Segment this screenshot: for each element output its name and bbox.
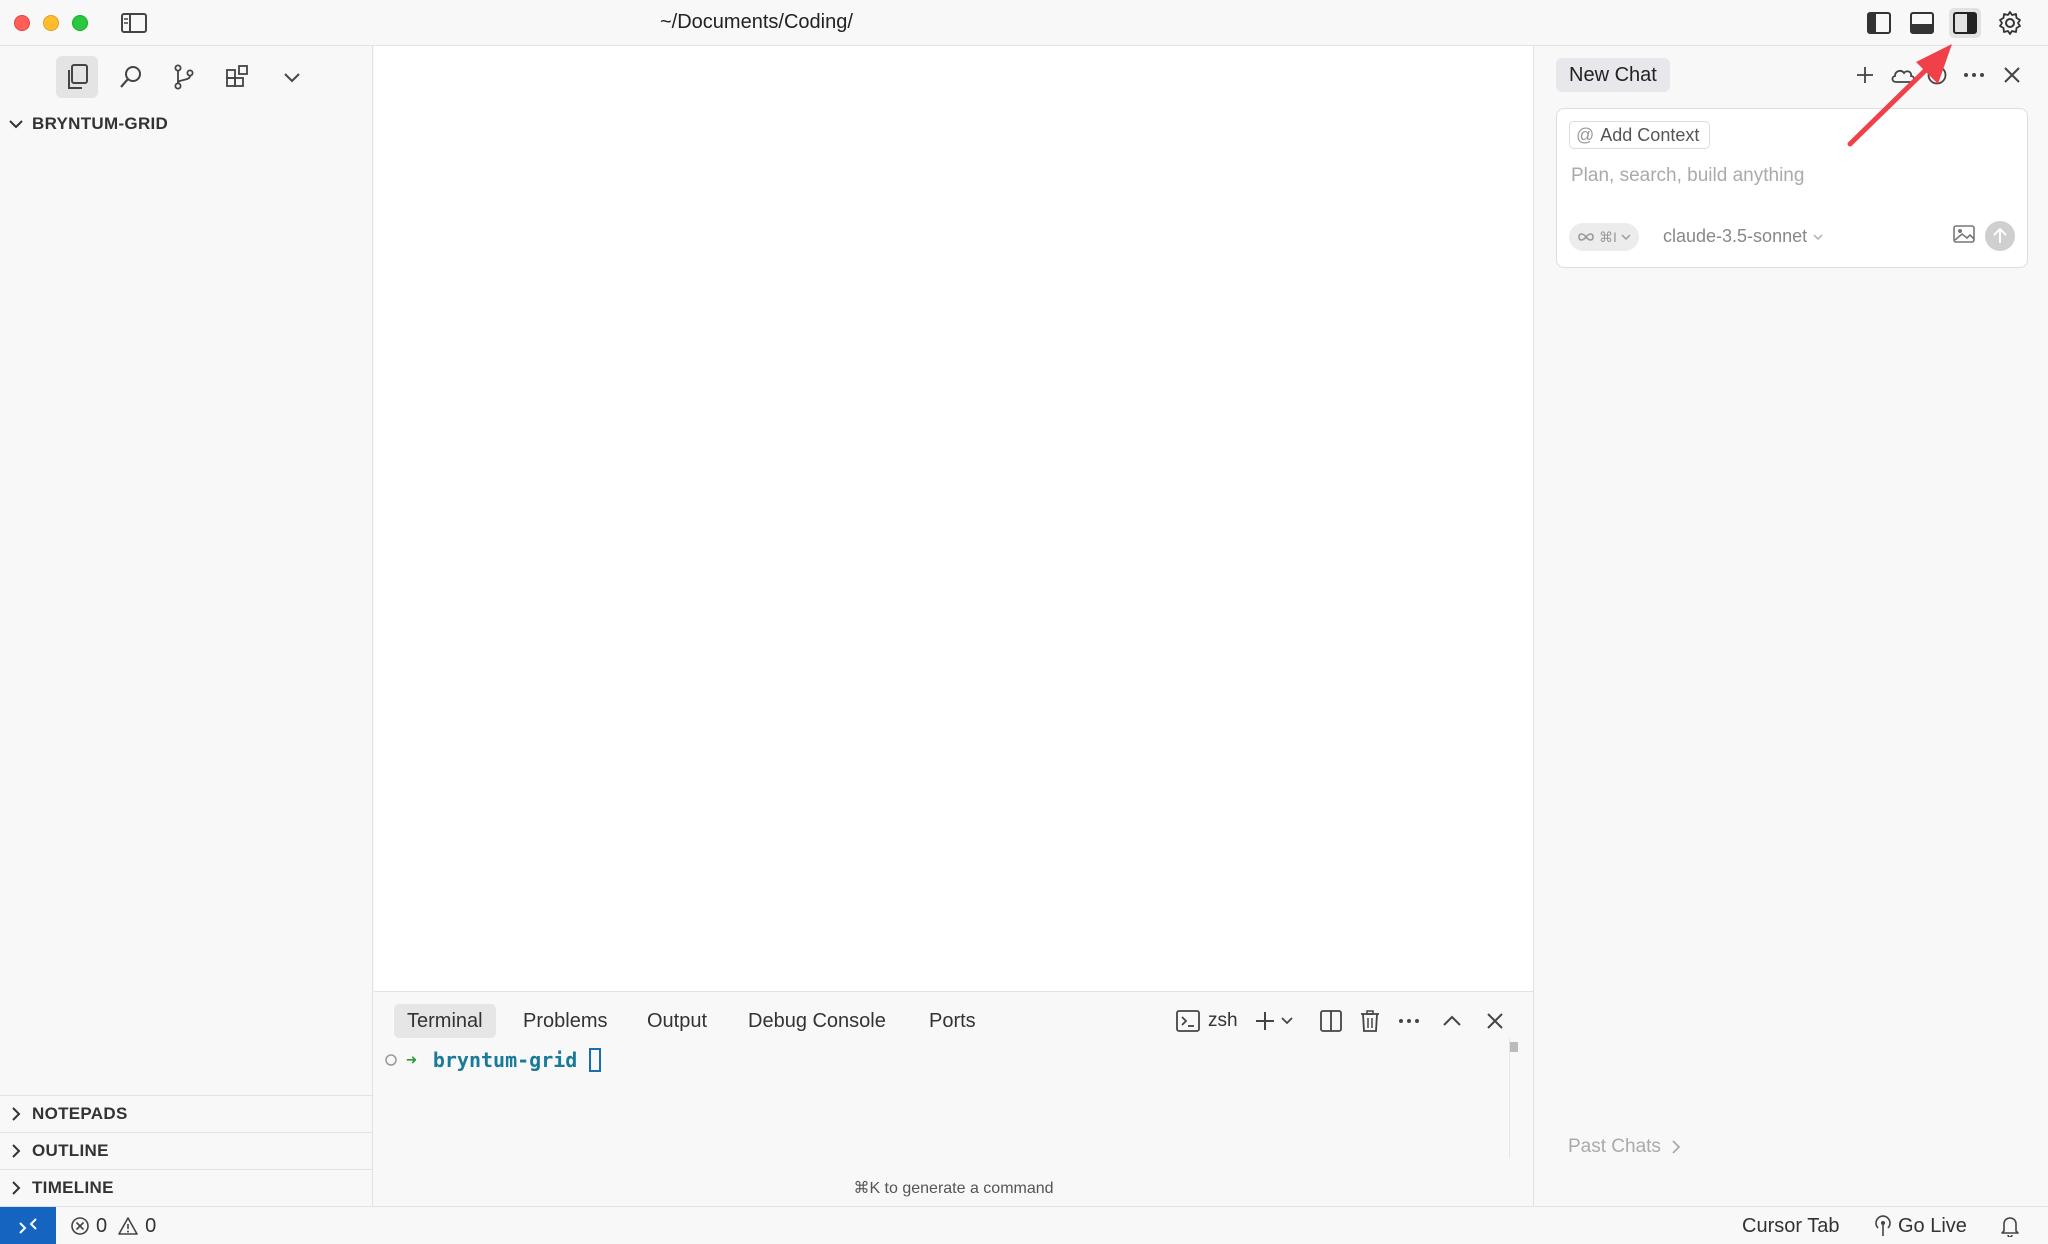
add-context-button[interactable]: @ Add Context <box>1569 121 1711 149</box>
new-terminal-button[interactable] <box>1254 1004 1294 1038</box>
add-context-label: Add Context <box>1600 124 1700 145</box>
zoom-window-button[interactable] <box>72 15 88 31</box>
error-circle-icon <box>71 1217 89 1235</box>
at-sign-icon: @ <box>1576 124 1595 145</box>
broadcast-icon <box>1875 1215 1891 1236</box>
go-live-label: Go Live <box>1898 1214 1967 1237</box>
chevron-right-icon <box>1672 1140 1681 1154</box>
tab-terminal[interactable]: Terminal <box>394 1004 496 1038</box>
warning-triangle-icon <box>118 1217 138 1235</box>
settings-gear-icon[interactable] <box>1994 8 2026 38</box>
timeline-section[interactable]: TIMELINE <box>0 1169 373 1205</box>
model-label: claude-3.5-sonnet <box>1663 226 1808 246</box>
chat-more-actions-icon[interactable] <box>1959 60 1989 90</box>
chevron-down-icon <box>1281 1017 1293 1025</box>
model-selector[interactable]: claude-3.5-sonnet <box>1663 226 1823 247</box>
cursor-editor-window: ~/Documents/Coding/ BRYNTUM-GRID NOTEPAD… <box>0 0 2048 1244</box>
chevron-down-icon <box>1621 234 1631 240</box>
close-window-button[interactable] <box>14 15 30 31</box>
chevron-right-icon <box>0 1143 32 1159</box>
close-panel-icon[interactable] <box>1480 1004 1510 1038</box>
terminal-cursor <box>589 1048 602 1072</box>
send-arrow-up-icon[interactable] <box>1985 221 2015 251</box>
outline-section[interactable]: OUTLINE <box>0 1132 373 1168</box>
extensions-icon[interactable] <box>217 56 259 98</box>
more-actions-icon[interactable] <box>1394 1004 1424 1038</box>
terminal-scroll-track[interactable] <box>1509 1038 1510 1158</box>
toggle-sidebar-icon[interactable] <box>118 8 150 38</box>
prompt-arrow: ➜ <box>406 1049 417 1071</box>
more-views-chevron-down-icon[interactable] <box>271 56 313 98</box>
error-count: 0 <box>96 1214 108 1237</box>
minimize-window-button[interactable] <box>43 15 59 31</box>
notifications-bell-icon[interactable] <box>2000 1207 2020 1244</box>
plus-icon <box>1256 1012 1274 1030</box>
mode-selector[interactable]: ⌘I <box>1569 223 1639 251</box>
shell-label: zsh <box>1208 1010 1238 1031</box>
split-terminal-icon[interactable] <box>1316 1004 1346 1038</box>
chat-input-placeholder[interactable]: Plan, search, build anything <box>1571 165 1804 187</box>
editor-area[interactable] <box>374 46 1533 991</box>
maximize-panel-chevron-up-icon[interactable] <box>1437 1004 1467 1038</box>
prompt-directory: bryntum-grid <box>432 1048 578 1072</box>
attach-image-icon[interactable] <box>1953 225 1975 248</box>
toggle-panel-icon[interactable] <box>1906 8 1938 38</box>
past-chats-link[interactable]: Past Chats <box>1568 1136 1681 1158</box>
terminal-scrollbar[interactable] <box>1510 1042 1518 1052</box>
window-title: ~/Documents/Coding/ <box>660 11 853 33</box>
chevron-down-icon <box>0 118 32 130</box>
mode-shortcut: ⌘I <box>1599 228 1617 245</box>
infinity-icon <box>1578 233 1594 241</box>
timeline-label: TIMELINE <box>32 1177 114 1197</box>
title-bar: ~/Documents/Coding/ <box>0 0 2048 46</box>
tab-ports[interactable]: Ports <box>916 1004 989 1038</box>
close-chat-icon[interactable] <box>1997 60 2027 90</box>
notepads-section[interactable]: NOTEPADS <box>0 1095 373 1131</box>
notepads-label: NOTEPADS <box>32 1103 128 1123</box>
search-icon[interactable] <box>110 56 152 98</box>
go-live-button[interactable]: Go Live <box>1874 1207 1967 1244</box>
chevron-down-icon <box>1813 234 1823 240</box>
toggle-primary-sidebar-icon[interactable] <box>1863 8 1895 38</box>
tab-new-chat[interactable]: New Chat <box>1556 58 1670 92</box>
outline-label: OUTLINE <box>32 1140 109 1160</box>
source-control-icon[interactable] <box>163 56 205 98</box>
root-folder-label: BRYNTUM-GRID <box>32 114 169 133</box>
remote-connection-icon[interactable] <box>0 1207 56 1244</box>
explorer-root-folder[interactable]: BRYNTUM-GRID <box>0 106 373 142</box>
toggle-secondary-sidebar-icon[interactable] <box>1949 8 1981 38</box>
terminal-shell-selector[interactable]: zsh <box>1176 1004 1238 1038</box>
bottom-panel: Terminal Problems Output Debug Console P… <box>374 991 1533 1206</box>
tab-output[interactable]: Output <box>634 1004 720 1038</box>
circle-status-icon <box>385 1054 397 1066</box>
chevron-right-icon <box>0 1106 32 1122</box>
chat-sidebar: New Chat @ Add Context Plan, search, bui… <box>1533 46 2048 1206</box>
problems-counter[interactable]: 0 0 <box>70 1207 156 1244</box>
terminal-icon <box>1176 1010 1200 1032</box>
trash-icon[interactable] <box>1355 1004 1385 1038</box>
warning-count: 0 <box>145 1214 157 1237</box>
terminal-prompt-line[interactable]: ➜ bryntum-grid <box>384 1048 602 1072</box>
tab-problems[interactable]: Problems <box>510 1004 620 1038</box>
cursor-tab-status[interactable]: Cursor Tab <box>1742 1207 1839 1244</box>
annotation-arrow <box>1847 44 1952 147</box>
chevron-right-icon <box>0 1180 32 1196</box>
past-chats-label: Past Chats <box>1568 1136 1661 1157</box>
generate-command-hint: ⌘K to generate a command <box>853 1180 1054 1197</box>
primary-sidebar: BRYNTUM-GRID NOTEPADS OUTLINE TIMELINE <box>0 46 373 1206</box>
tab-debug-console[interactable]: Debug Console <box>735 1004 899 1038</box>
status-bar: 0 0 Cursor Tab Go Live <box>0 1206 2048 1244</box>
explorer-files-icon[interactable] <box>56 56 98 98</box>
